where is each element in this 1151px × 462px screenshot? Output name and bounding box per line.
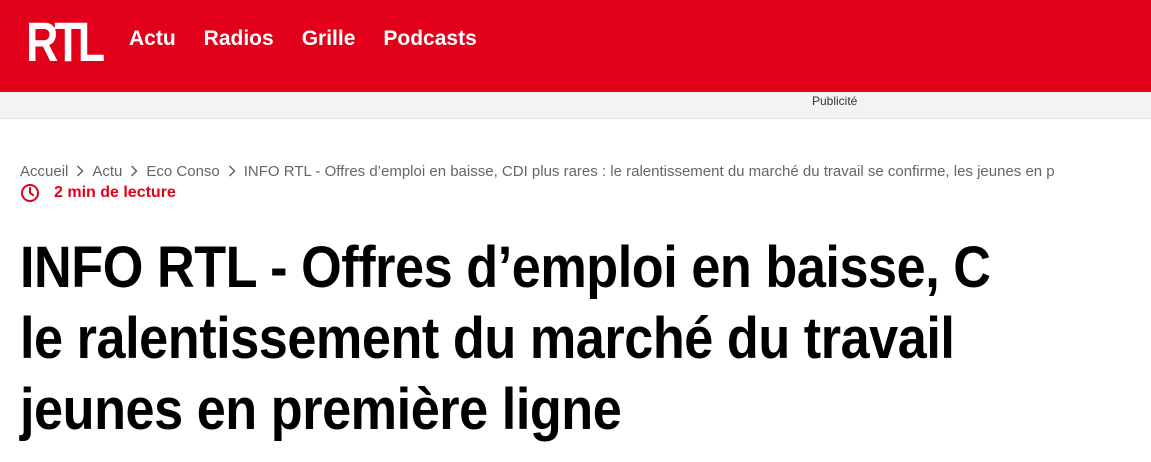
top-header: RTL Actu Radios Grille Podcasts <box>0 0 1151 92</box>
nav-item-radios[interactable]: Radios <box>204 26 274 52</box>
ad-banner: Publicité <box>0 92 1151 119</box>
reading-time: 2 min de lecture <box>20 183 176 203</box>
article-title-line: jeunes en première ligne <box>20 377 622 442</box>
chevron-right-icon <box>122 162 146 182</box>
breadcrumb: Accueil Actu Eco Conso INFO RTL - Offres d’… <box>20 162 1055 182</box>
breadcrumb-item-current: INFO RTL - Offres d’emploi en baisse, CD… <box>243 163 1055 180</box>
nav-item-actu[interactable]: Actu <box>129 26 176 52</box>
article-title: INFO RTL - Offres d’emploi en baisse, C … <box>20 232 1151 445</box>
chevron-right-icon <box>220 162 244 182</box>
nav-item-grille[interactable]: Grille <box>302 26 356 52</box>
nav-item-podcasts[interactable]: Podcasts <box>383 26 476 52</box>
chevron-right-icon <box>68 162 92 182</box>
breadcrumb-item-accueil[interactable]: Accueil <box>20 163 68 180</box>
clock-icon <box>20 183 40 203</box>
article-title-line: le ralentissement du marché du travail <box>20 306 955 371</box>
article-title-line: INFO RTL - Offres d’emploi en baisse, C <box>20 235 991 300</box>
main-nav: Actu Radios Grille Podcasts <box>129 26 505 52</box>
breadcrumb-item-eco-conso[interactable]: Eco Conso <box>146 163 219 180</box>
ad-label: Publicité <box>812 94 858 108</box>
reading-time-label: 2 min de lecture <box>54 184 176 201</box>
breadcrumb-item-actu[interactable]: Actu <box>92 163 122 180</box>
rtl-logo[interactable]: RTL <box>26 14 105 70</box>
